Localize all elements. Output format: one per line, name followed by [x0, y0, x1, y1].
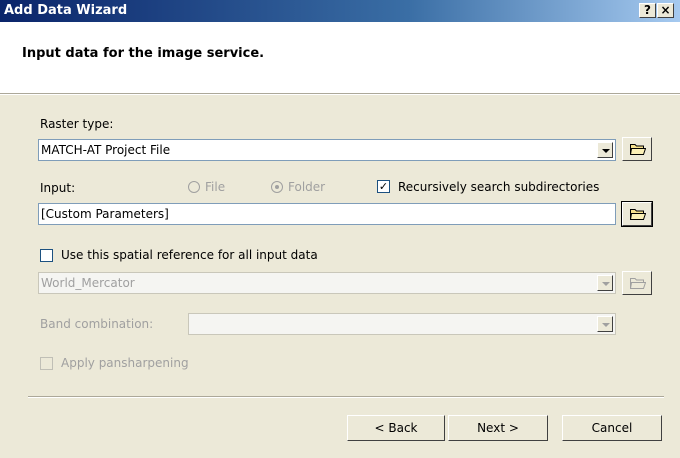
- raster-type-browse-button[interactable]: [622, 137, 652, 161]
- spatial-reference-label: Use this spatial reference for all input…: [61, 248, 318, 262]
- spatial-reference-checkbox[interactable]: [40, 249, 53, 262]
- folder-radio[interactable]: [271, 181, 283, 193]
- help-button[interactable]: ?: [639, 3, 656, 18]
- raster-type-value: MATCH-AT Project File: [41, 143, 171, 157]
- band-combination-label: Band combination:: [40, 317, 154, 331]
- recursive-checkbox[interactable]: ✓: [377, 180, 390, 193]
- recursive-checkbox-label: Recursively search subdirectories: [398, 180, 600, 194]
- close-button[interactable]: ×: [657, 3, 674, 18]
- next-button[interactable]: Next >: [448, 415, 548, 441]
- back-button[interactable]: < Back: [347, 415, 445, 441]
- spatial-reference-browse-button[interactable]: [622, 271, 652, 295]
- band-combination-dropdown[interactable]: [188, 313, 616, 335]
- pansharpening-label: Apply pansharpening: [61, 356, 189, 370]
- raster-type-dropdown[interactable]: MATCH-AT Project File: [38, 139, 616, 161]
- folder-open-icon: [630, 144, 646, 155]
- header-text: Input data for the image service.: [22, 46, 265, 61]
- chevron-down-icon[interactable]: [597, 275, 613, 291]
- title-bar: Add Data Wizard ? ×: [0, 0, 680, 22]
- file-radio[interactable]: [188, 181, 200, 193]
- folder-open-icon: [630, 209, 646, 220]
- chevron-down-icon[interactable]: [597, 316, 613, 332]
- header-divider: [0, 94, 680, 95]
- folder-open-icon: [630, 278, 646, 289]
- spatial-reference-dropdown[interactable]: World_Mercator: [38, 272, 616, 294]
- wizard-header: Input data for the image service.: [0, 22, 680, 94]
- pansharpening-checkbox[interactable]: [40, 357, 53, 370]
- cancel-button[interactable]: Cancel: [562, 415, 662, 441]
- input-browse-button[interactable]: [621, 201, 653, 227]
- folder-radio-label: Folder: [288, 180, 326, 194]
- spatial-reference-value: World_Mercator: [41, 276, 135, 290]
- raster-type-label: Raster type:: [40, 117, 114, 131]
- chevron-down-icon[interactable]: [597, 142, 613, 158]
- file-radio-label: File: [205, 180, 226, 194]
- input-label: Input:: [40, 181, 76, 195]
- input-path-field[interactable]: [Custom Parameters]: [38, 203, 616, 225]
- window-title: Add Data Wizard: [4, 3, 128, 18]
- add-data-wizard-window: Add Data Wizard ? × Input data for the i…: [0, 0, 680, 458]
